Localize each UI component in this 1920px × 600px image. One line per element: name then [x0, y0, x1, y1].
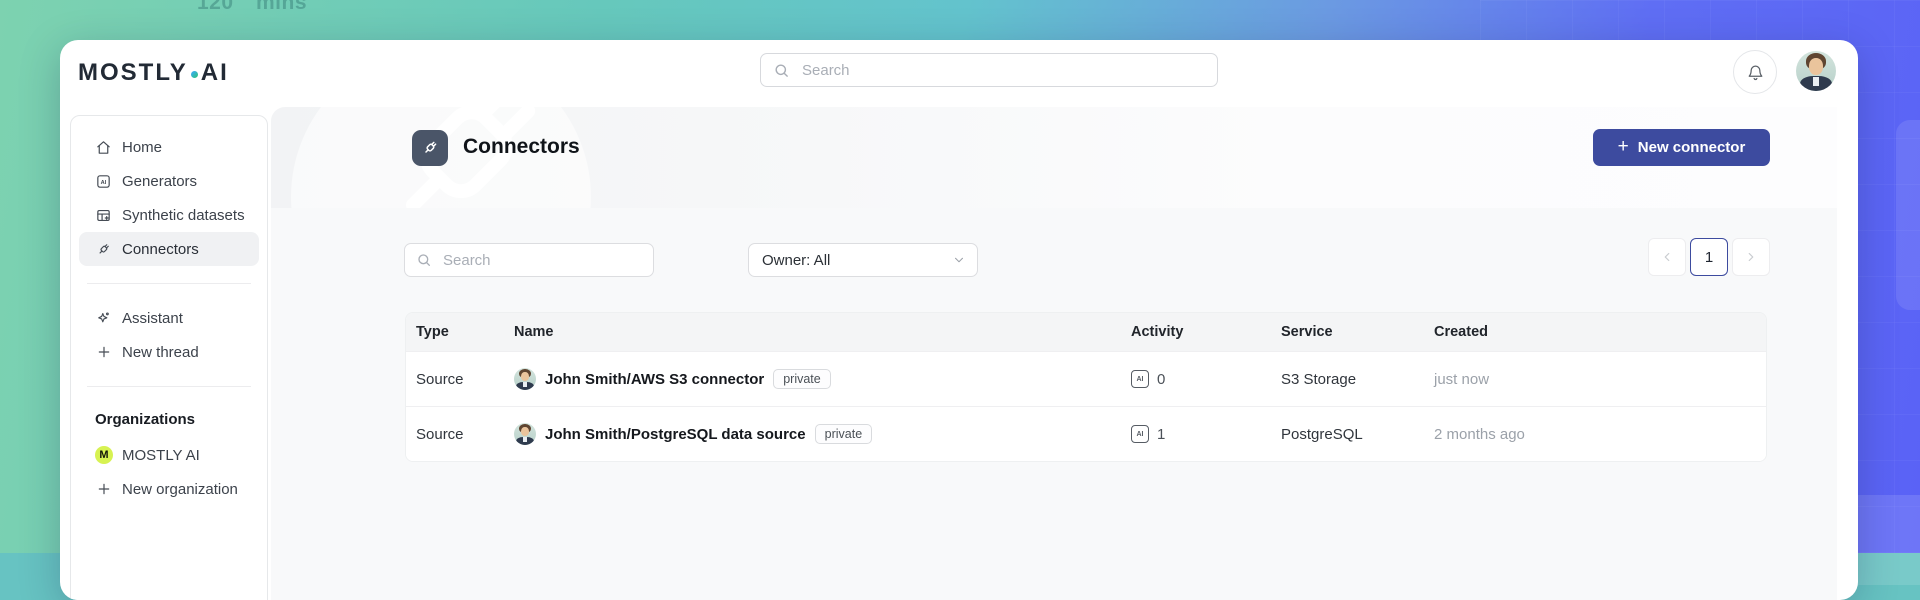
brand-logo: MOSTLY AI	[78, 58, 229, 88]
owner-avatar	[514, 368, 536, 390]
sidebar-item-new-organization[interactable]: New organization	[79, 472, 259, 506]
search-icon	[773, 62, 790, 79]
cell-type: Source	[416, 426, 514, 443]
sidebar-item-label: Home	[122, 139, 162, 156]
sidebar-divider	[87, 386, 251, 387]
cell-activity: AI 1	[1131, 425, 1281, 443]
main-content: Connectors + New connector Owner: All	[271, 107, 1837, 600]
visibility-badge: private	[815, 424, 873, 445]
background-time-value: 120	[197, 0, 234, 15]
brand-logo-text-left: MOSTLY	[78, 59, 188, 87]
cell-created: 2 months ago	[1434, 426, 1766, 443]
page-title: Connectors	[463, 135, 580, 159]
sidebar-divider	[87, 283, 251, 284]
sidebar-item-assistant[interactable]: Assistant	[79, 301, 259, 335]
svg-text:AI: AI	[101, 179, 107, 185]
pagination-prev-button[interactable]	[1648, 238, 1686, 276]
sidebar-item-org-mostly-ai[interactable]: M MOSTLY AI	[79, 438, 259, 472]
avatar-image	[1796, 51, 1836, 91]
cell-activity: AI 0	[1131, 370, 1281, 388]
column-header-type: Type	[416, 324, 514, 340]
sidebar-item-label: New thread	[122, 344, 199, 361]
column-header-activity: Activity	[1131, 324, 1281, 340]
sidebar-item-label: New organization	[122, 481, 238, 498]
search-icon	[416, 252, 432, 268]
dataset-table-icon	[95, 207, 112, 224]
ai-chip-icon: AI	[95, 173, 112, 190]
bell-icon	[1746, 63, 1765, 82]
plus-icon	[95, 344, 112, 361]
notifications-button[interactable]	[1733, 50, 1777, 94]
cell-name: John Smith/AWS S3 connector private	[514, 368, 1131, 390]
org-badge-icon: M	[95, 446, 113, 464]
activity-count: 1	[1157, 426, 1165, 443]
page-icon-tile	[412, 130, 448, 166]
user-avatar[interactable]	[1796, 51, 1836, 91]
ai-chip-icon: AI	[1131, 425, 1149, 443]
sidebar-item-generators[interactable]: AI Generators	[79, 164, 259, 198]
table-row[interactable]: Source John Smith/AWS S3 connector priva…	[406, 351, 1766, 406]
sidebar-item-connectors[interactable]: Connectors	[79, 232, 259, 266]
new-connector-button[interactable]: + New connector	[1593, 129, 1770, 166]
app-window: MOSTLY AI Home AI Generators Synthetic da…	[60, 40, 1858, 600]
sidebar-item-home[interactable]: Home	[79, 130, 259, 164]
sidebar-item-label: Synthetic datasets	[122, 207, 245, 224]
organizations-heading: Organizations	[95, 411, 267, 428]
background-time-unit: mins	[256, 0, 307, 15]
ai-chip-icon: AI	[1131, 370, 1149, 388]
sidebar-item-label: Assistant	[122, 310, 183, 327]
table-header-row: Type Name Activity Service Created	[406, 313, 1766, 351]
content-area: Owner: All 1 Type Name Activity Service …	[271, 208, 1837, 600]
brand-logo-text-right: AI	[201, 59, 229, 87]
global-search-input[interactable]	[800, 61, 1205, 80]
new-connector-button-label: New connector	[1638, 139, 1746, 156]
connector-search-input[interactable]	[441, 251, 644, 270]
sidebar-item-label: Connectors	[122, 241, 199, 258]
background-shape	[1896, 120, 1920, 310]
sidebar: Home AI Generators Synthetic datasets Co…	[70, 115, 268, 600]
sidebar-item-synthetic-datasets[interactable]: Synthetic datasets	[79, 198, 259, 232]
sidebar-item-label: Generators	[122, 173, 197, 190]
pagination-next-button[interactable]	[1732, 238, 1770, 276]
sparkle-icon	[95, 310, 112, 327]
page-header: Connectors + New connector	[271, 107, 1837, 209]
connectors-table: Type Name Activity Service Created Sourc…	[405, 312, 1767, 462]
column-header-name: Name	[514, 324, 1131, 340]
global-search[interactable]	[760, 53, 1218, 87]
brand-dot-icon	[191, 71, 198, 78]
owner-avatar	[514, 423, 536, 445]
cell-name: John Smith/PostgreSQL data source privat…	[514, 423, 1131, 445]
chevron-down-icon	[952, 253, 966, 267]
sidebar-item-label: MOSTLY AI	[122, 447, 200, 464]
cell-service: PostgreSQL	[1281, 426, 1434, 443]
connector-search[interactable]	[404, 243, 654, 277]
plug-icon	[420, 138, 440, 158]
cell-service: S3 Storage	[1281, 371, 1434, 388]
connector-name: John Smith/PostgreSQL data source	[545, 426, 806, 443]
connector-name: John Smith/AWS S3 connector	[545, 371, 764, 388]
cell-type: Source	[416, 371, 514, 388]
pagination-page-1[interactable]: 1	[1690, 238, 1728, 276]
owner-filter-value: Owner: All	[762, 252, 830, 269]
sidebar-item-new-thread[interactable]: New thread	[79, 335, 259, 369]
plus-icon	[95, 481, 112, 498]
home-icon	[95, 139, 112, 156]
column-header-created: Created	[1434, 324, 1766, 340]
chevron-right-icon	[1744, 250, 1758, 264]
owner-filter-dropdown[interactable]: Owner: All	[748, 243, 978, 277]
visibility-badge: private	[773, 369, 831, 390]
table-row[interactable]: Source John Smith/PostgreSQL data source…	[406, 406, 1766, 461]
chevron-left-icon	[1660, 250, 1674, 264]
column-header-service: Service	[1281, 324, 1434, 340]
activity-count: 0	[1157, 371, 1165, 388]
plus-icon: +	[1618, 136, 1629, 158]
cell-created: just now	[1434, 371, 1766, 388]
plug-icon	[95, 241, 112, 258]
